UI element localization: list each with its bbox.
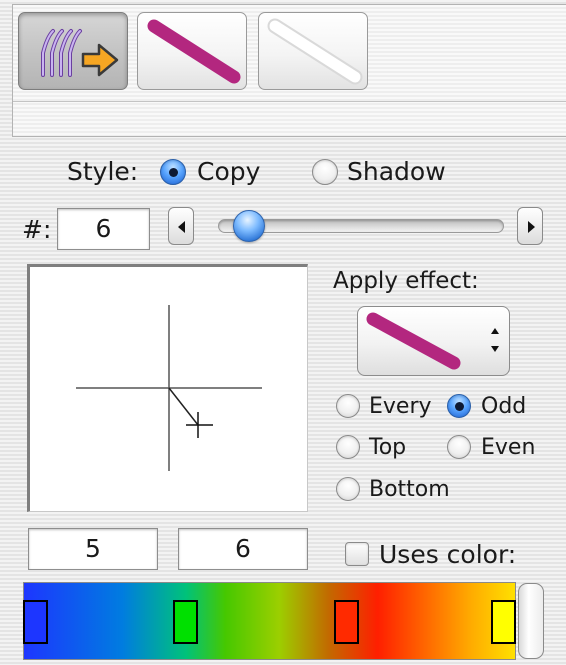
- white-stroke-icon: [267, 18, 363, 85]
- magenta-stroke-icon: [366, 312, 461, 370]
- offset-preview-canvas[interactable]: [27, 264, 308, 512]
- apply-top-radio[interactable]: [336, 435, 360, 459]
- count-slider-thumb[interactable]: [233, 210, 265, 242]
- gradient-stop-green[interactable]: [173, 600, 198, 644]
- count-label: #:: [22, 215, 52, 244]
- gradient-stop-yellow[interactable]: [491, 600, 516, 644]
- apply-every-label[interactable]: Every: [369, 392, 432, 422]
- slider-decrement-button[interactable]: [168, 207, 194, 245]
- gradient-stop-red[interactable]: [334, 600, 359, 644]
- style-copy-label[interactable]: Copy: [197, 157, 260, 187]
- offset-vector: [168, 387, 199, 426]
- apply-effect-label: Apply effect:: [333, 268, 479, 294]
- style-copy-radio[interactable]: [160, 159, 186, 185]
- apply-odd-label[interactable]: Odd: [481, 392, 526, 422]
- uses-color-checkbox[interactable]: [345, 542, 369, 566]
- gradient-scroll-handle[interactable]: [518, 583, 544, 659]
- count-field[interactable]: 6: [57, 208, 150, 250]
- gradient-stop-blue[interactable]: [23, 600, 48, 644]
- left-arrow-icon: [178, 221, 185, 233]
- slider-increment-button[interactable]: [517, 207, 543, 245]
- magenta-brush-button[interactable]: [137, 12, 247, 90]
- style-shadow-radio[interactable]: [312, 159, 338, 185]
- color-gradient-bar[interactable]: [23, 582, 516, 660]
- apply-even-radio[interactable]: [447, 435, 471, 459]
- uses-color-label[interactable]: Uses color:: [379, 540, 516, 570]
- apply-even-label[interactable]: Even: [481, 433, 535, 463]
- offset-y-field[interactable]: 6: [178, 528, 308, 570]
- apply-effect-popup[interactable]: [357, 306, 510, 376]
- apply-odd-radio[interactable]: [447, 394, 471, 418]
- apply-top-label[interactable]: Top: [369, 433, 406, 463]
- copy-arrow-icon: [41, 29, 119, 77]
- style-label: Style:: [67, 157, 139, 186]
- toolbar-divider: [13, 101, 566, 102]
- style-shadow-label[interactable]: Shadow: [347, 157, 446, 187]
- apply-bottom-label[interactable]: Bottom: [369, 475, 450, 505]
- popup-arrows-icon: [491, 328, 499, 352]
- right-arrow-icon: [528, 221, 535, 233]
- magenta-stroke-icon: [147, 19, 241, 84]
- white-brush-button[interactable]: [258, 12, 368, 90]
- apply-every-radio[interactable]: [336, 394, 360, 418]
- copy-brush-button[interactable]: [18, 12, 128, 90]
- apply-bottom-radio[interactable]: [336, 477, 360, 501]
- offset-x-field[interactable]: 5: [28, 528, 158, 570]
